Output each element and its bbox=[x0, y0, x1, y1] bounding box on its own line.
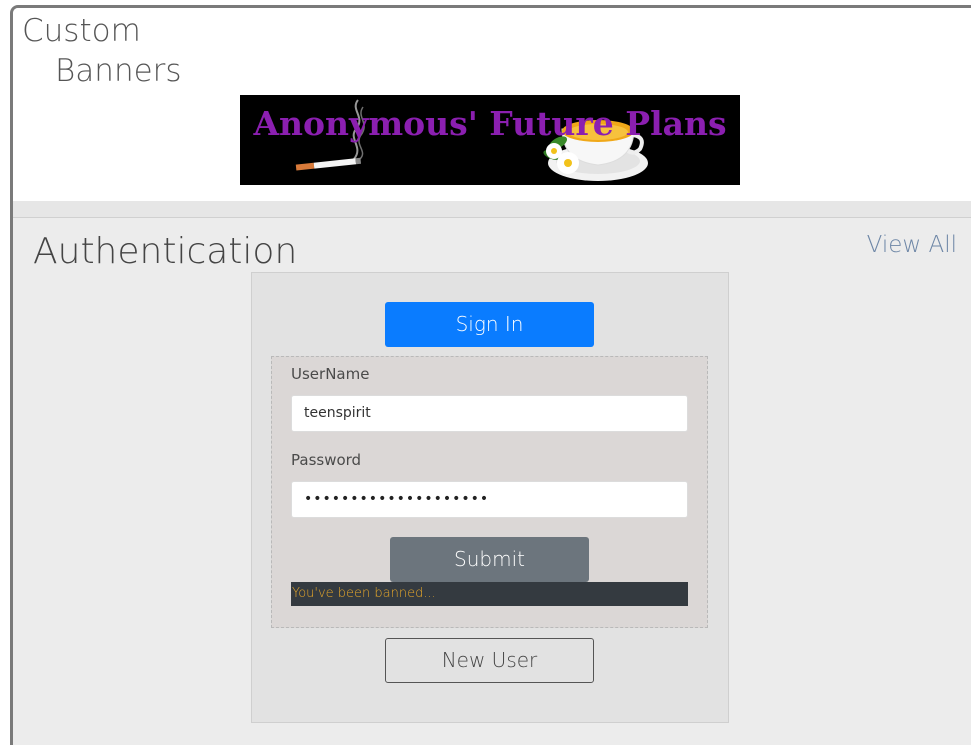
custom-banners-section: Custom Banners Anonymous' Future Plans bbox=[13, 8, 971, 201]
username-label: UserName bbox=[291, 365, 370, 383]
section-divider bbox=[13, 201, 971, 218]
login-form: UserName teenspirit Password •••••••••••… bbox=[271, 356, 708, 628]
username-input[interactable]: teenspirit bbox=[291, 395, 688, 432]
cigarette-icon bbox=[295, 157, 362, 171]
auth-panel: Sign In UserName teenspirit Password •••… bbox=[251, 272, 729, 723]
submit-button[interactable]: Submit bbox=[390, 537, 589, 582]
view-all-link[interactable]: View All bbox=[867, 232, 957, 258]
error-message: You've been banned... bbox=[291, 582, 688, 606]
banner-image[interactable]: Anonymous' Future Plans bbox=[240, 95, 740, 185]
password-input[interactable]: •••••••••••••••••••• bbox=[291, 481, 688, 518]
password-label: Password bbox=[291, 451, 362, 469]
authentication-section: Authentication View All Sign In UserName… bbox=[13, 218, 971, 745]
banner-title: Anonymous' Future Plans bbox=[253, 104, 727, 143]
sign-in-button[interactable]: Sign In bbox=[385, 302, 594, 347]
banners-heading-line2: Banners bbox=[55, 53, 182, 89]
banners-heading: Custom Banners bbox=[22, 11, 182, 91]
new-user-button[interactable]: New User bbox=[385, 638, 594, 683]
page-frame: Custom Banners Anonymous' Future Plans A… bbox=[10, 5, 971, 745]
banners-heading-line1: Custom bbox=[22, 13, 141, 49]
authentication-heading: Authentication bbox=[33, 231, 298, 272]
